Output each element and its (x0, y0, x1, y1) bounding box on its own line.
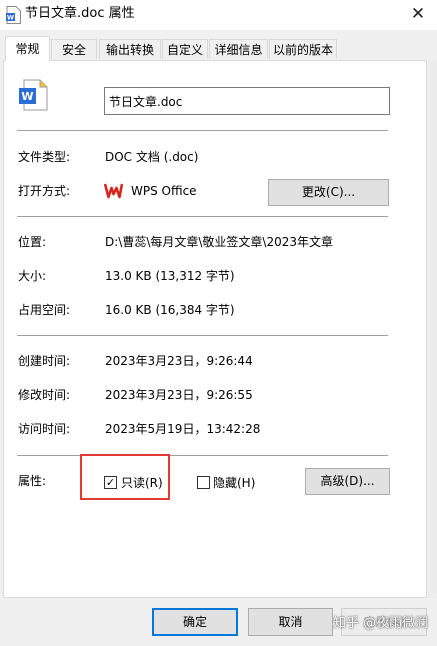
tab-custom[interactable]: 自定义 (162, 39, 208, 59)
background-strip (428, 60, 437, 598)
size-value: 13.0 KB (13,312 字节) (105, 269, 235, 283)
cancel-button[interactable]: 取消 (248, 608, 333, 636)
created-value: 2023年3月23日，9:26:44 (105, 354, 253, 368)
window-title: 节日文章.doc 属性 (25, 6, 135, 21)
opens-with-app: WPS Office (131, 184, 197, 198)
file-type-value: DOC 文档 (.doc) (105, 150, 199, 164)
ok-button[interactable]: 确定 (152, 608, 238, 636)
readonly-label[interactable]: 只读(R) (121, 475, 163, 491)
modified-value: 2023年3月23日，9:26:55 (105, 388, 253, 402)
separator (17, 216, 388, 217)
location-value: D:\曹蕊\每月文章\敬业签文章\2023年文章 (105, 235, 333, 249)
opens-with-label: 打开方式: (18, 184, 71, 198)
created-label: 创建时间: (18, 354, 71, 368)
separator (17, 455, 388, 456)
file-name-field[interactable] (104, 87, 390, 115)
tab-security[interactable]: 安全 (51, 39, 97, 59)
separator (17, 335, 388, 336)
tab-details[interactable]: 详细信息 (209, 39, 268, 59)
word-doc-icon: W (6, 6, 21, 24)
separator (17, 130, 388, 131)
tab-general[interactable]: 常规 (5, 36, 50, 61)
svg-text:W: W (7, 14, 14, 22)
attributes-label: 属性: (18, 474, 47, 488)
general-panel (3, 60, 427, 598)
change-button[interactable]: 更改(C)... (268, 179, 389, 206)
svg-text:W: W (21, 90, 33, 103)
hidden-label[interactable]: 隐藏(H) (213, 475, 255, 491)
word-doc-icon: W (18, 79, 48, 111)
advanced-button[interactable]: 高级(D)... (305, 468, 390, 495)
location-label: 位置: (18, 235, 47, 249)
accessed-label: 访问时间: (18, 422, 71, 436)
close-button[interactable]: ✕ (405, 2, 431, 26)
readonly-checkbox[interactable]: ✓ (104, 476, 117, 489)
file-type-label: 文件类型: (18, 150, 71, 164)
watermark: 知乎 @夜雨微澜 (333, 616, 429, 631)
accessed-value: 2023年5月19日，13:42:28 (105, 422, 261, 436)
wps-icon (103, 182, 124, 199)
tab-previous-versions[interactable]: 以前的版本 (269, 39, 337, 59)
size-label: 大小: (18, 269, 47, 283)
hidden-checkbox[interactable] (197, 476, 210, 489)
size-on-disk-value: 16.0 KB (16,384 字节) (105, 303, 235, 317)
checkmark-icon: ✓ (105, 476, 116, 489)
size-on-disk-label: 占用空间: (18, 303, 71, 317)
modified-label: 修改时间: (18, 388, 71, 402)
tab-output-conversion[interactable]: 输出转换 (99, 39, 161, 59)
